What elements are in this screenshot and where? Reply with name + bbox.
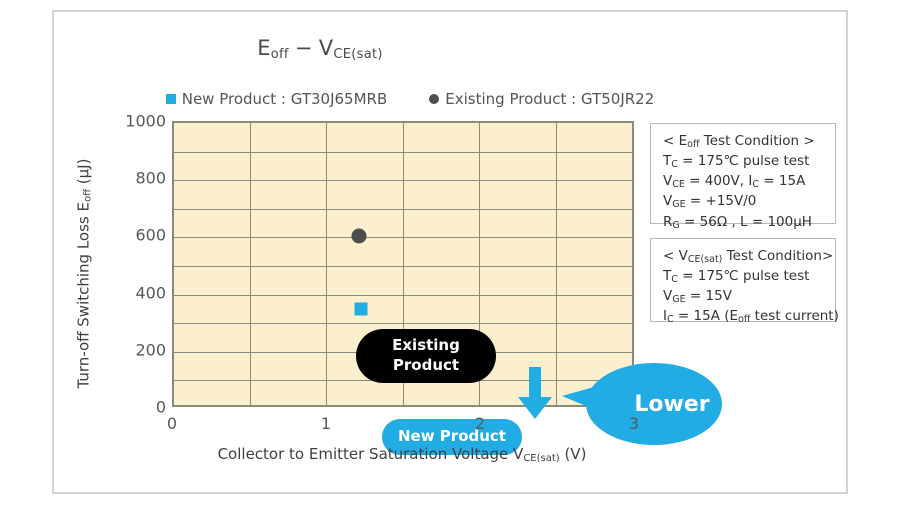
chart-legend: New Product : GT30J65MRB Existing Produc… bbox=[150, 90, 670, 108]
eoff-condition-line-4: RG = 56Ω , L = 100µH bbox=[663, 213, 812, 231]
legend-label-new-product: New Product : GT30J65MRB bbox=[181, 90, 388, 108]
x-tick-1: 1 bbox=[320, 414, 332, 433]
gridline-h-500 bbox=[174, 266, 632, 267]
x-axis-tick-labels: 0 1 2 3 bbox=[167, 414, 639, 438]
gridline-h-700 bbox=[174, 208, 632, 210]
legend-item-new-product: New Product : GT30J65MRB bbox=[165, 90, 388, 108]
vcesat-condition-line-1: TC = 175℃ pulse test bbox=[663, 268, 810, 286]
down-arrow-icon bbox=[518, 367, 552, 419]
existing-product-pill-line1: Existing bbox=[392, 336, 460, 355]
gridline-v-1.0 bbox=[326, 123, 327, 405]
vcesat-condition-line-3: IC = 15A (Eoff test current) bbox=[663, 308, 839, 326]
eoff-test-condition-box: < Eoff Test Condition > TC = 175℃ pulse … bbox=[650, 123, 836, 231]
eoff-condition-line-1: TC = 175℃ pulse test bbox=[663, 153, 810, 171]
gridline-h-400 bbox=[174, 294, 632, 296]
vcesat-condition-heading: < VCE(sat) Test Condition> bbox=[663, 248, 834, 266]
gridline-v-0.5 bbox=[250, 123, 251, 405]
chart-title-dash: − bbox=[294, 36, 313, 60]
chart-title: Eoff − VCE(sat) bbox=[0, 36, 640, 62]
legend-square-marker-icon bbox=[165, 94, 176, 104]
y-tick-1000: 1000 bbox=[125, 111, 166, 131]
existing-product-pill: Existing Product bbox=[356, 329, 496, 383]
eoff-condition-line-2: VCE = 400V, IC = 15A bbox=[663, 173, 806, 191]
y-axis-title: Turn-off Switching Loss Eoff (µJ) bbox=[74, 158, 94, 389]
gridline-h-900 bbox=[174, 151, 632, 153]
existing-product-pill-line2: Product bbox=[392, 356, 460, 374]
gridline-h-800 bbox=[174, 180, 632, 182]
gridline-v-2.5 bbox=[556, 123, 557, 405]
legend-circle-marker-icon bbox=[429, 94, 440, 104]
y-axis-tick-labels: 1000 800 600 400 200 0 bbox=[104, 112, 166, 417]
eoff-condition-line-3: VGE = +15V/0 bbox=[663, 193, 757, 211]
gridline-h-600 bbox=[174, 237, 632, 239]
y-tick-400: 400 bbox=[135, 283, 166, 303]
eoff-condition-heading: < Eoff Test Condition > bbox=[663, 133, 815, 151]
data-point-existing-product[interactable] bbox=[351, 228, 367, 244]
gridline-h-300 bbox=[174, 323, 632, 325]
x-axis-title: Collector to Emitter Saturation Voltage … bbox=[217, 445, 587, 464]
x-tick-2: 2 bbox=[474, 414, 486, 433]
vcesat-test-condition-box: < VCE(sat) Test Condition> TC = 175℃ pul… bbox=[650, 238, 839, 325]
chart-title-eoff: Eoff bbox=[257, 36, 289, 62]
y-tick-800: 800 bbox=[135, 168, 166, 188]
plot-area: Lower Existing Product New Product bbox=[172, 121, 722, 455]
y-tick-600: 600 bbox=[135, 225, 166, 245]
y-tick-200: 200 bbox=[135, 340, 166, 360]
legend-label-existing-product: Existing Product : GT50JR22 bbox=[445, 90, 655, 108]
x-tick-0: 0 bbox=[166, 414, 178, 433]
data-point-new-product[interactable] bbox=[354, 302, 367, 316]
vcesat-condition-line-2: VGE = 15V bbox=[663, 288, 732, 306]
chart-title-vcesat: VCE(sat) bbox=[318, 36, 383, 62]
x-tick-3: 3 bbox=[628, 414, 640, 433]
y-tick-0: 0 bbox=[155, 397, 166, 417]
legend-item-existing-product: Existing Product : GT50JR22 bbox=[429, 90, 654, 108]
